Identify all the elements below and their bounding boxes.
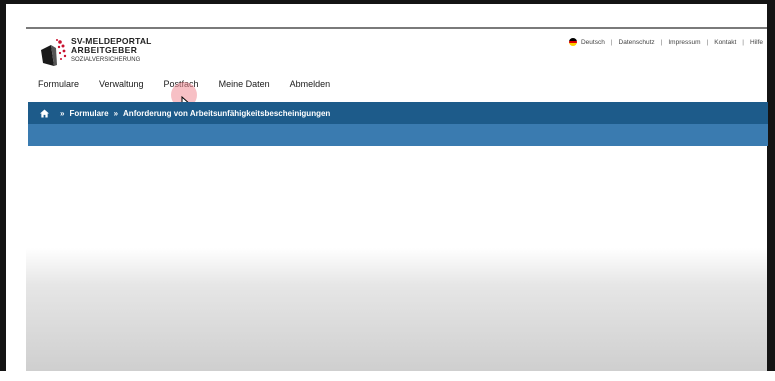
language-selector[interactable]: Deutsch <box>581 39 605 46</box>
meta-link-impressum[interactable]: Impressum <box>668 39 700 46</box>
breadcrumb-current-page: Anforderung von Arbeitsunfähigkeitsbesch… <box>123 108 331 118</box>
brand-text: SV-MELDEPORTAL ARBEITGEBER SOZIALVERSICH… <box>71 37 152 65</box>
breadcrumb-separator: » <box>113 108 119 118</box>
breadcrumb-separator: » <box>60 108 65 118</box>
breadcrumb-bar: » Formulare » Anforderung von Arbeitsunf… <box>28 102 768 124</box>
screen-frame-left <box>0 0 6 381</box>
brand-logo[interactable]: SV-MELDEPORTAL ARBEITGEBER SOZIALVERSICH… <box>37 36 177 70</box>
screen-frame-top <box>0 0 775 4</box>
meta-separator: | <box>706 38 709 46</box>
page-sub-header <box>28 124 768 146</box>
nav-item-formulare[interactable]: Formulare <box>38 79 79 89</box>
meta-separator: | <box>610 38 613 46</box>
content-area-fade <box>26 248 767 371</box>
meta-link-kontakt[interactable]: Kontakt <box>714 39 736 46</box>
meta-link-hilfe[interactable]: Hilfe <box>750 39 763 46</box>
breadcrumb-formulare[interactable]: Formulare <box>69 109 108 118</box>
screen-frame-right <box>767 0 775 381</box>
meta-separator: | <box>742 38 744 46</box>
nav-item-meine-daten[interactable]: Meine Daten <box>219 79 270 89</box>
header-divider <box>26 27 767 29</box>
home-icon[interactable] <box>40 108 49 118</box>
nav-item-verwaltung[interactable]: Verwaltung <box>99 79 144 89</box>
brand-line2: ARBEITGEBER <box>71 45 138 55</box>
meta-separator: | <box>660 38 663 46</box>
screen-frame-bottom <box>0 371 775 381</box>
breadcrumb: » Formulare » Anforderung von Arbeitsunf… <box>40 109 330 118</box>
brand-line3: SOZIALVERSICHERUNG <box>71 57 141 63</box>
logo-mark-icon <box>41 39 67 66</box>
meta-link-datenschutz[interactable]: Datenschutz <box>619 39 655 46</box>
meta-navigation: Deutsch | Datenschutz | Impressum | Kont… <box>568 38 763 46</box>
german-flag-icon <box>568 38 577 46</box>
nav-item-abmelden[interactable]: Abmelden <box>290 79 331 89</box>
